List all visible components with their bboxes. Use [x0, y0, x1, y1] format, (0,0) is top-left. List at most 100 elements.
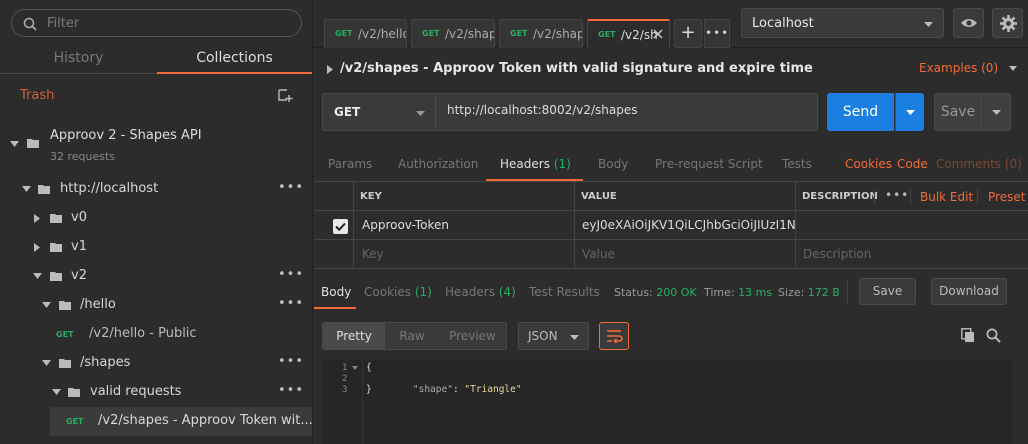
tab-prerequest-script[interactable]: Pre-request Script [655, 157, 763, 171]
request-tab-label: /v2/shape [533, 27, 582, 41]
environment-quick-look-button[interactable] [953, 8, 984, 38]
caret-down-icon [33, 273, 42, 280]
tab-authorization[interactable]: Authorization [398, 157, 478, 171]
send-button[interactable]: Send [827, 93, 894, 131]
sidebar: History Collections Trash Approov 2 - Sh… [0, 0, 313, 444]
environment-select[interactable]: Localhost [741, 8, 944, 38]
search-icon[interactable] [986, 328, 1001, 343]
caret-down-icon [22, 186, 31, 193]
tree-folder-v0[interactable]: v0 [0, 204, 313, 233]
request-caret-icon[interactable] [327, 65, 333, 74]
json-value: "Triangle" [464, 384, 522, 395]
format-toggle-group: Pretty Raw Preview [322, 322, 507, 350]
request-tab[interactable]: GET /v2/shape [499, 19, 583, 48]
response-tab-headers[interactable]: Headers (4) [445, 285, 516, 299]
time-label: Time: [704, 286, 735, 299]
examples-dropdown[interactable]: Examples (0) [919, 61, 1017, 75]
save-response-button[interactable]: Save [859, 278, 916, 305]
tab-headers[interactable]: Headers (1) [500, 157, 571, 171]
header-value-cell[interactable]: eyJ0eXAiOiJKV1QiLCJhbGciOiJIUzI1Ni... [575, 211, 796, 240]
chevron-down-icon [416, 111, 425, 116]
folder-icon [50, 242, 62, 252]
save-button[interactable]: Save [934, 93, 982, 131]
tree-folder-v1[interactable]: v1 [0, 233, 313, 262]
new-collection-icon[interactable] [277, 87, 293, 103]
tree-folder-v2[interactable]: v2 ••• [0, 262, 313, 291]
new-header-description-placeholder[interactable]: Description [796, 240, 1028, 269]
more-options-icon[interactable]: ••• [278, 296, 304, 311]
save-options-button[interactable] [982, 93, 1011, 131]
request-tab[interactable]: GET /v2/shape [411, 19, 495, 48]
chevron-down-icon [906, 110, 915, 115]
tree-folder-localhost[interactable]: http://localhost ••• [0, 175, 313, 204]
response-body-editor[interactable]: 1 2 3 { "shape": "Triangle" } [322, 360, 1012, 444]
cookies-link[interactable]: Cookies [845, 157, 892, 171]
collection-caret-icon[interactable] [10, 141, 19, 148]
tree-label: http://localhost [60, 181, 159, 196]
collection-count: 32 requests [50, 150, 116, 163]
trash-link[interactable]: Trash [20, 88, 54, 103]
request-tab-active[interactable]: GET /v2/sh [587, 19, 670, 48]
line-number: 1 [342, 363, 348, 373]
tab-collections[interactable]: Collections [157, 44, 312, 74]
headers-more-icon[interactable]: ••• [885, 188, 909, 202]
copy-icon[interactable] [961, 328, 975, 343]
environment-settings-button[interactable] [992, 8, 1023, 38]
tab-tests[interactable]: Tests [782, 157, 812, 171]
more-options-icon[interactable]: ••• [278, 383, 304, 398]
format-preview-button[interactable]: Preview [439, 323, 506, 349]
response-cookies-count: (1) [414, 285, 432, 299]
url-bar[interactable] [435, 93, 818, 131]
tree-request-hello[interactable]: GET /v2/hello - Public [0, 320, 313, 349]
header-enabled-checkbox[interactable] [333, 219, 348, 234]
code-link[interactable]: Code [897, 157, 928, 171]
close-icon[interactable] [653, 29, 663, 39]
new-tab-button[interactable]: + [674, 19, 702, 48]
download-response-button[interactable]: Download [931, 278, 1007, 305]
response-tab-test-results[interactable]: Test Results [529, 285, 600, 299]
divider [847, 280, 848, 304]
response-tab-cookies[interactable]: Cookies (1) [364, 285, 432, 299]
tab-params[interactable]: Params [328, 157, 372, 171]
wrap-lines-icon [606, 329, 623, 343]
more-options-icon[interactable]: ••• [278, 354, 304, 369]
folder-icon [68, 387, 80, 397]
format-pretty-button[interactable]: Pretty [323, 323, 385, 349]
more-options-icon[interactable]: ••• [278, 267, 304, 282]
header-key-cell[interactable]: Approov-Token [354, 211, 575, 240]
comments-link[interactable]: Comments (0) [936, 157, 1022, 171]
format-raw-button[interactable]: Raw [385, 323, 439, 349]
tabs-more-button[interactable]: ••• [704, 19, 730, 48]
url-input[interactable] [447, 103, 807, 117]
response-language-select[interactable]: JSON [518, 322, 589, 350]
tree-folder-hello[interactable]: /hello ••• [0, 291, 313, 320]
response-tab-body[interactable]: Body [321, 285, 351, 299]
tab-body[interactable]: Body [598, 157, 628, 171]
tree-folder-shapes[interactable]: /shapes ••• [0, 349, 313, 378]
code-line: } [366, 384, 372, 395]
collection-name[interactable]: Approov 2 - Shapes API [50, 128, 202, 143]
tree-folder-valid-requests[interactable]: valid requests ••• [0, 378, 313, 407]
new-header-value-placeholder[interactable]: Value [575, 240, 796, 269]
size-label: Size: [778, 286, 805, 299]
request-title[interactable]: /v2/shapes - Approov Token with valid si… [340, 61, 813, 76]
response-headers-label: Headers [445, 285, 495, 299]
line-number: 2 [342, 374, 348, 384]
send-options-button[interactable] [895, 93, 924, 131]
filter-box[interactable] [11, 9, 302, 37]
new-header-key-placeholder[interactable]: Key [354, 240, 575, 269]
column-header-value: VALUE [575, 182, 796, 211]
filter-input[interactable] [47, 14, 287, 32]
more-options-icon[interactable]: ••• [278, 180, 304, 195]
header-description-cell[interactable] [796, 211, 1028, 240]
wrap-lines-button[interactable] [599, 322, 629, 350]
fold-caret-icon[interactable] [352, 366, 358, 370]
headers-table: KEY VALUE DESCRIPTION ••• Bulk Edit Pres… [314, 181, 1028, 270]
presets-link[interactable]: Preset [988, 190, 1025, 204]
bulk-edit-link[interactable]: Bulk Edit [920, 190, 973, 204]
tree-request-shapes-selected[interactable]: GET /v2/shapes - Approov Token wit... [50, 407, 313, 436]
tab-history[interactable]: History [0, 44, 157, 74]
request-tab[interactable]: GET /v2/hello - [324, 19, 407, 48]
folder-icon [59, 358, 71, 368]
method-select[interactable]: GET [322, 93, 435, 131]
